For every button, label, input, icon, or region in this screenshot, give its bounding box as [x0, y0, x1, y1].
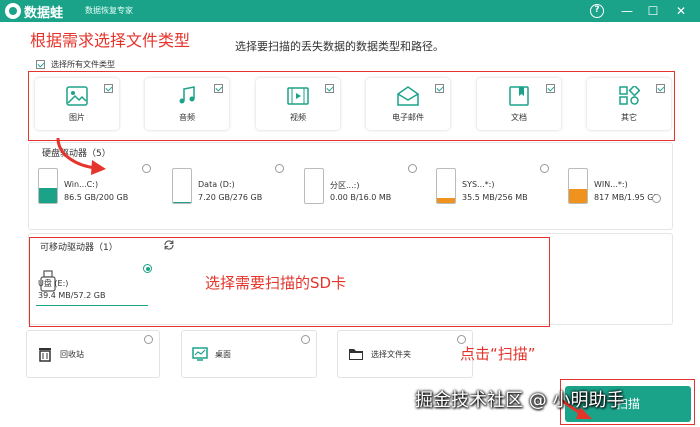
- video-icon: [287, 87, 309, 105]
- drive-win[interactable]: WIN...*:) 817 MB/1.95 GB: [566, 166, 694, 206]
- drive-usage-fill: [569, 188, 587, 203]
- annotation-click-scan: 点击“扫描”: [460, 345, 536, 363]
- image-checkbox[interactable]: [104, 84, 113, 93]
- drive-sys-radio[interactable]: [540, 164, 549, 173]
- annotation-box-file-types: [28, 71, 675, 141]
- image-icon: [66, 86, 88, 106]
- close-button[interactable]: ✕: [672, 2, 690, 20]
- other-checkbox[interactable]: [656, 84, 665, 93]
- audio-checkbox[interactable]: [214, 84, 223, 93]
- file-type-label: 图片: [69, 113, 85, 122]
- location-label: 回收站: [60, 350, 84, 359]
- email-checkbox[interactable]: [435, 84, 444, 93]
- refresh-icon[interactable]: [163, 239, 175, 251]
- file-type-other[interactable]: 其它: [587, 78, 671, 130]
- grid-icon: [619, 86, 640, 105]
- select-all-label: 选择所有文件类型: [51, 60, 115, 69]
- file-type-email[interactable]: 电子邮件: [366, 78, 450, 130]
- file-type-label: 文档: [511, 113, 527, 122]
- folder-icon: [349, 349, 363, 360]
- file-type-label: 视频: [290, 113, 306, 122]
- usb-drive-e[interactable]: U盘 (E:) 39.4 MB/57.2 GB: [36, 262, 148, 306]
- file-type-document[interactable]: 文档: [477, 78, 561, 130]
- file-type-video[interactable]: 视频: [256, 78, 340, 130]
- document-checkbox[interactable]: [546, 84, 555, 93]
- annotation-select-sd: 选择需要扫描的SD卡: [205, 274, 347, 292]
- drive-usage-fill: [173, 201, 191, 203]
- drive-name: 分区...:): [330, 181, 360, 190]
- recycle-bin-radio[interactable]: [144, 335, 153, 344]
- checkbox-checked-icon[interactable]: [36, 60, 45, 69]
- watermark-text: 掘金技术社区 @ 小明助手: [415, 390, 625, 411]
- minimize-button[interactable]: —: [618, 2, 636, 20]
- file-type-label: 其它: [621, 113, 637, 122]
- document-icon: [509, 86, 529, 106]
- frog-logo-icon: [5, 3, 21, 19]
- drive-name: Data (D:): [198, 180, 235, 189]
- drive-size: 817 MB/1.95 GB: [594, 193, 659, 202]
- annotation-select-types: 根据需求选择文件类型: [30, 31, 191, 50]
- trash-icon: [39, 348, 51, 362]
- usb-drive-size: 39.4 MB/57.2 GB: [38, 291, 106, 300]
- drive-size: 35.5 MB/256 MB: [462, 193, 528, 202]
- drive-win-radio[interactable]: [652, 194, 661, 203]
- drive-usage-fill: [437, 198, 455, 203]
- file-type-image[interactable]: 图片: [35, 78, 119, 130]
- drive-size: 86.5 GB/200 GB: [64, 193, 129, 202]
- location-select-folder[interactable]: 选择文件夹: [337, 330, 473, 378]
- usb-drive-radio[interactable]: [143, 264, 152, 273]
- video-checkbox[interactable]: [325, 84, 334, 93]
- file-type-label: 音频: [179, 113, 195, 122]
- drive-name: SYS...*:): [462, 180, 495, 189]
- instruction-text: 选择要扫描的丢失数据的数据类型和路径。: [235, 40, 444, 53]
- drive-name: Win...C:): [64, 180, 99, 189]
- removable-section-title: 可移动驱动器（1）: [40, 243, 118, 253]
- drive-size: 7.20 GB/276 GB: [198, 193, 263, 202]
- drive-icon: [436, 168, 456, 204]
- desktop-icon: [192, 347, 208, 361]
- drive-icon: [38, 168, 58, 204]
- drive-usage-fill: [39, 188, 57, 203]
- drive-d-radio[interactable]: [275, 164, 284, 173]
- location-recycle-bin[interactable]: 回收站: [26, 330, 160, 378]
- drive-icon: [172, 168, 192, 204]
- drive-partition-radio[interactable]: [408, 164, 417, 173]
- select-all-checkbox[interactable]: 选择所有文件类型: [36, 59, 115, 70]
- drive-name: WIN...*:): [594, 180, 628, 189]
- desktop-radio[interactable]: [301, 335, 310, 344]
- app-name: 数据蛙: [24, 6, 64, 21]
- location-label: 选择文件夹: [371, 350, 411, 359]
- drive-c-radio[interactable]: [142, 164, 151, 173]
- drive-size: 0.00 B/16.0 MB: [330, 193, 392, 202]
- maximize-button[interactable]: ☐: [644, 2, 662, 20]
- file-type-audio[interactable]: 音频: [145, 78, 229, 130]
- usb-drive-name: U盘 (E:): [38, 279, 69, 288]
- help-icon[interactable]: ?: [590, 4, 604, 18]
- drive-icon: [568, 168, 588, 204]
- app-subtitle: 数据恢复专家: [85, 6, 133, 15]
- title-bar: 数据蛙 数据恢复专家 ? — ☐ ✕: [0, 0, 700, 22]
- drive-icon: [304, 168, 324, 204]
- location-label: 桌面: [215, 350, 231, 359]
- email-icon: [397, 86, 419, 106]
- file-type-label: 电子邮件: [392, 113, 424, 122]
- music-icon: [179, 86, 195, 104]
- location-desktop[interactable]: 桌面: [181, 330, 317, 378]
